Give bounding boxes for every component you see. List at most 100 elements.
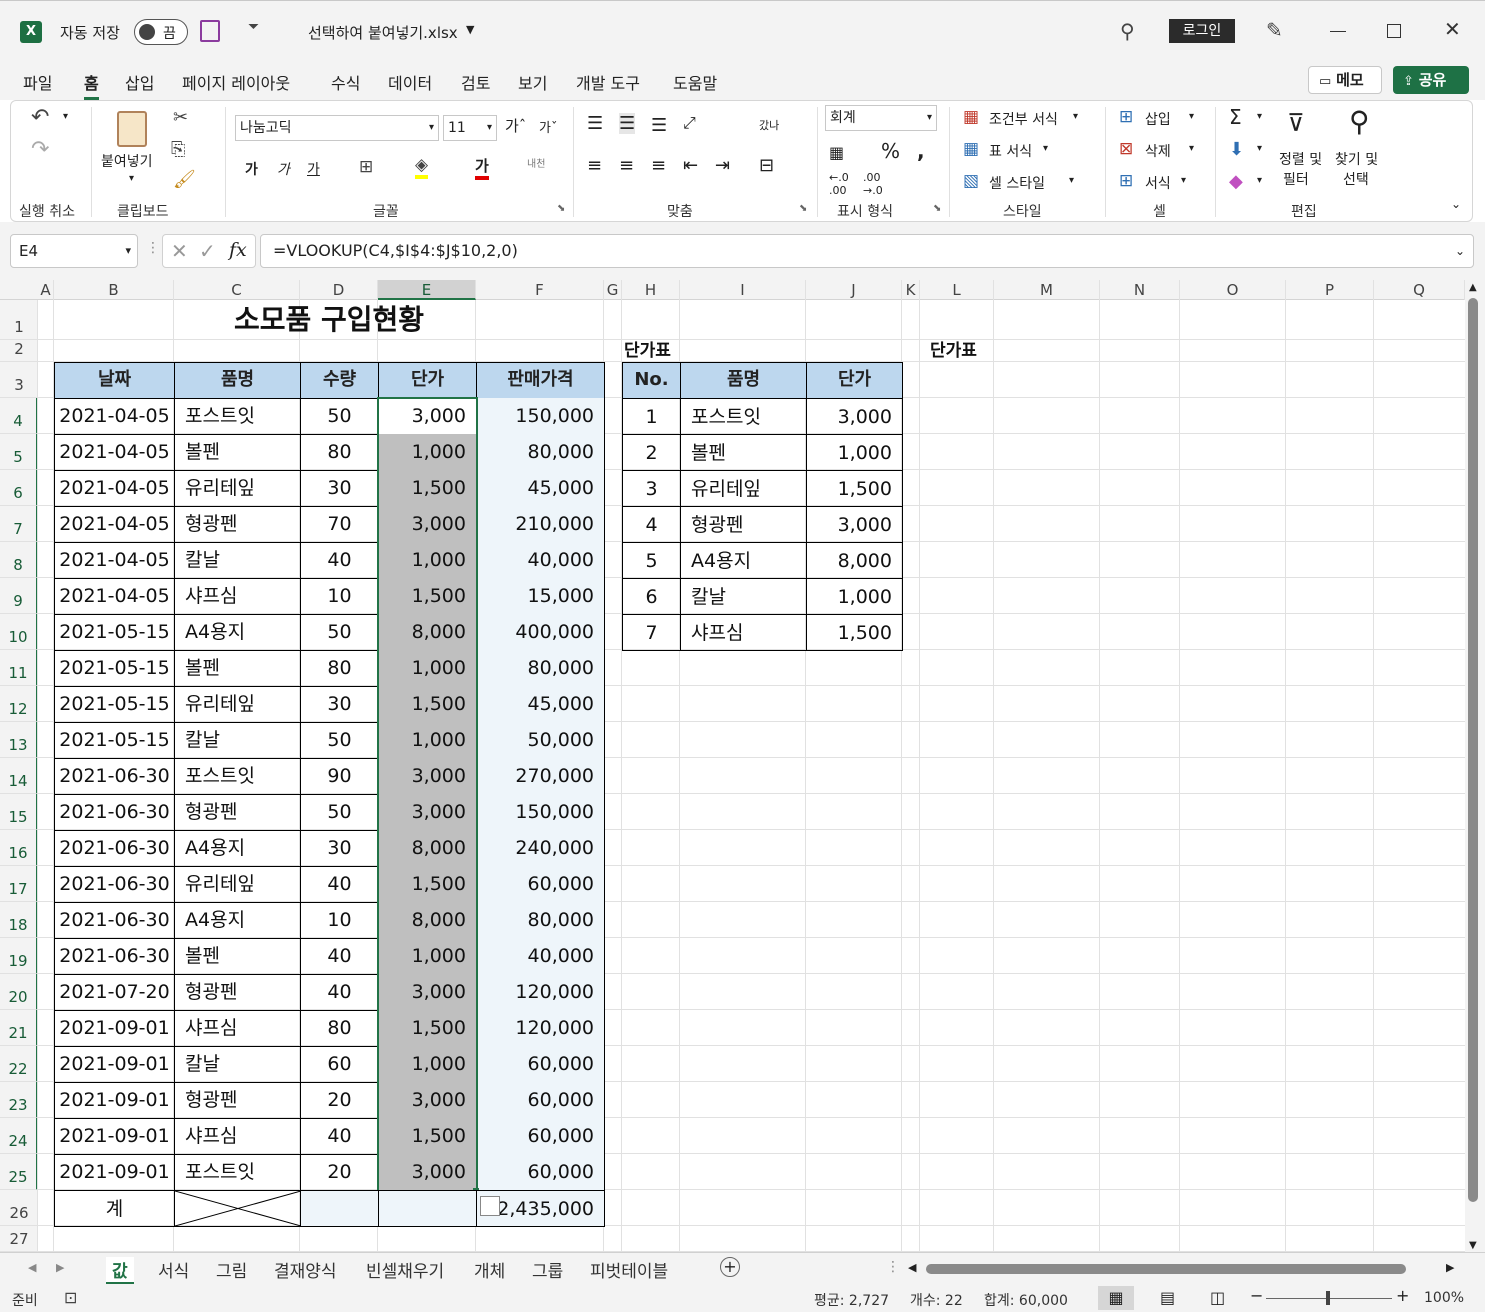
sheet-tab-fill-blanks[interactable]: 빈셀채우기: [366, 1257, 444, 1282]
page-break-view-icon[interactable]: ◫: [1210, 1288, 1225, 1307]
sort-filter-label-2[interactable]: 필터: [1283, 169, 1309, 189]
page-layout-view-icon[interactable]: ▤: [1160, 1288, 1175, 1307]
sheet-title[interactable]: 소모품 구입현황: [54, 300, 604, 340]
sheet-tab-picture[interactable]: 그림: [216, 1257, 247, 1282]
data-cell[interactable]: A4용지: [174, 614, 301, 651]
data-cell[interactable]: 2021-04-05: [54, 434, 175, 471]
data-cell[interactable]: 60,000: [476, 866, 605, 903]
data-cell[interactable]: 70: [300, 506, 379, 543]
cut-icon[interactable]: ✂: [173, 107, 188, 128]
data-cell[interactable]: 유리테잎: [174, 866, 301, 903]
data-cell[interactable]: 2021-06-30: [54, 830, 175, 867]
data-cell[interactable]: 20: [300, 1154, 379, 1191]
data-cell[interactable]: 210,000: [476, 506, 605, 543]
price-table-cell[interactable]: A4용지: [680, 542, 807, 579]
comma-icon[interactable]: ,: [917, 139, 925, 163]
data-cell[interactable]: 40,000: [476, 938, 605, 975]
tab-splitter-icon[interactable]: ⋮: [886, 1259, 900, 1275]
pen-icon[interactable]: ✎: [1266, 18, 1283, 42]
data-cell[interactable]: 2021-05-15: [54, 650, 175, 687]
font-name-select[interactable]: 나눔고딕 ▾: [235, 115, 439, 141]
font-color-icon[interactable]: 가: [475, 155, 489, 180]
data-cell[interactable]: 2021-04-05: [54, 578, 175, 615]
data-cell[interactable]: 포스트잇: [174, 398, 301, 435]
data-cell[interactable]: 60,000: [476, 1082, 605, 1119]
chevron-down-icon[interactable]: ▾: [1189, 111, 1194, 122]
orientation-icon[interactable]: ⤢: [683, 113, 696, 133]
price-table-cell[interactable]: 8,000: [806, 542, 903, 579]
zoom-in-icon[interactable]: +: [1396, 1286, 1409, 1305]
chevron-down-icon[interactable]: ▾: [1069, 175, 1074, 186]
format-painter-icon[interactable]: 🖌: [173, 169, 196, 190]
data-cell[interactable]: 90: [300, 758, 379, 795]
price-table-label-l2[interactable]: 단가표: [930, 340, 977, 362]
sheet-tab-format[interactable]: 서식: [158, 1257, 189, 1282]
data-cell[interactable]: 45,000: [476, 686, 605, 723]
conditional-format-label[interactable]: 조건부 서식: [989, 109, 1058, 129]
format-cells-label[interactable]: 서식: [1145, 173, 1171, 193]
data-cell[interactable]: 칼날: [174, 542, 301, 579]
sort-filter-icon[interactable]: ⊽: [1287, 109, 1305, 137]
data-cell[interactable]: 볼펜: [174, 938, 301, 975]
data-cell[interactable]: A4용지: [174, 830, 301, 867]
data-cell[interactable]: 40,000: [476, 542, 605, 579]
decrease-indent-icon[interactable]: ⇤: [683, 155, 698, 176]
tab-view[interactable]: 보기: [518, 70, 547, 94]
zoom-slider-thumb[interactable]: [1326, 1291, 1330, 1305]
data-cell[interactable]: 30: [300, 470, 379, 507]
insert-cells-label[interactable]: 삽입: [1145, 109, 1171, 129]
data-cell[interactable]: 2021-09-01: [54, 1046, 175, 1083]
data-cell[interactable]: 2021-04-05: [54, 398, 175, 435]
chevron-down-icon[interactable]: ▾: [1257, 111, 1262, 122]
delete-cells-label[interactable]: 삭제: [1145, 141, 1171, 161]
cell-style-label[interactable]: 셀 스타일: [989, 173, 1045, 193]
price-table-cell[interactable]: 3,000: [806, 398, 903, 435]
dialog-launcher-icon[interactable]: ⬊: [933, 203, 941, 214]
normal-view-icon[interactable]: ▦: [1098, 1286, 1134, 1310]
vertical-scroll-thumb[interactable]: [1468, 298, 1478, 1202]
prev-sheet-icon[interactable]: ◀: [28, 1261, 36, 1274]
data-cell[interactable]: 40: [300, 1118, 379, 1155]
price-table-cell[interactable]: 샤프심: [680, 614, 807, 651]
align-right-icon[interactable]: ≡: [651, 155, 666, 176]
chevron-down-icon[interactable]: ▾: [1043, 143, 1048, 154]
data-cell[interactable]: 형광펜: [174, 794, 301, 831]
autosum-icon[interactable]: Σ: [1229, 105, 1242, 129]
format-cells-icon[interactable]: ⊞: [1119, 171, 1133, 191]
sheet-tab-approval[interactable]: 결재양식: [274, 1257, 337, 1282]
price-table-cell[interactable]: 1,000: [806, 434, 903, 471]
data-cell[interactable]: 형광펜: [174, 1082, 301, 1119]
merge-center-icon[interactable]: ⊟: [759, 155, 774, 176]
data-cell[interactable]: 80,000: [476, 434, 605, 471]
data-cell[interactable]: A4용지: [174, 902, 301, 939]
tab-data[interactable]: 데이터: [388, 70, 432, 94]
login-button[interactable]: 로그인: [1169, 19, 1235, 43]
horizontal-scroll-thumb[interactable]: [926, 1264, 1406, 1274]
data-cell[interactable]: 50: [300, 722, 379, 759]
price-table-cell[interactable]: 1,500: [806, 614, 903, 651]
data-cell[interactable]: 2021-07-20: [54, 974, 175, 1011]
data-cell[interactable]: 270,000: [476, 758, 605, 795]
next-sheet-icon[interactable]: ▶: [56, 1261, 64, 1274]
data-cell[interactable]: 30: [300, 686, 379, 723]
zoom-out-icon[interactable]: −: [1250, 1286, 1263, 1305]
fill-icon[interactable]: ⬇: [1229, 139, 1244, 160]
paste-label[interactable]: 붙여넣기: [101, 151, 153, 171]
data-cell[interactable]: 칼날: [174, 722, 301, 759]
data-cell[interactable]: 150,000: [476, 398, 605, 435]
scroll-right-icon[interactable]: ▶: [1446, 1261, 1454, 1274]
tab-review[interactable]: 검토: [461, 70, 490, 94]
data-cell[interactable]: 2021-09-01: [54, 1118, 175, 1155]
data-cell[interactable]: 형광펜: [174, 974, 301, 1011]
data-cell[interactable]: 2021-05-15: [54, 722, 175, 759]
sort-filter-label-1[interactable]: 정렬 및: [1279, 149, 1322, 169]
data-cell[interactable]: 2021-06-30: [54, 794, 175, 831]
data-cell[interactable]: 240,000: [476, 830, 605, 867]
data-cell[interactable]: 40: [300, 866, 379, 903]
cancel-entry-icon[interactable]: ✕: [171, 239, 188, 263]
close-icon[interactable]: ✕: [1444, 17, 1461, 41]
chevron-down-icon[interactable]: ▾: [1257, 143, 1262, 154]
phonetic-icon[interactable]: 내천: [527, 155, 545, 170]
data-cell[interactable]: 20: [300, 1082, 379, 1119]
data-cell[interactable]: 400,000: [476, 614, 605, 651]
